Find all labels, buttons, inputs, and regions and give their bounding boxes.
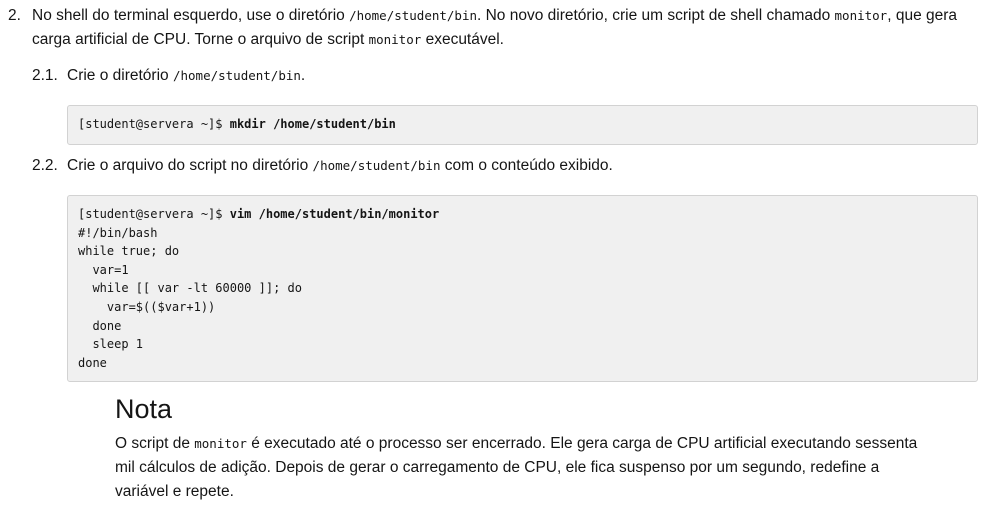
- script-line: var=1: [78, 262, 129, 277]
- code-block-mkdir: [student@servera ~]$ mkdir /home/student…: [67, 105, 978, 145]
- step-text-part: No shell do terminal esquerdo, use o dir…: [32, 7, 350, 24]
- note-title: Nota: [115, 394, 173, 424]
- substep-text-part: .: [300, 67, 306, 84]
- step-number: 2.: [8, 7, 21, 24]
- inline-code-script: monitor: [368, 32, 422, 47]
- inline-code-path: /home/student/bin: [312, 158, 441, 173]
- note-admonition: Nota O script de monitor é executado até…: [115, 392, 935, 504]
- script-line: sleep 1: [78, 337, 144, 352]
- substep-text-part: com o conteúdo exibido.: [440, 157, 613, 174]
- shell-prompt: [student@servera ~]$: [78, 207, 230, 221]
- substep-instructions: Crie o diretório /home/student/bin.: [67, 65, 305, 87]
- code-block-script: [student@servera ~]$ vim /home/student/b…: [67, 195, 978, 382]
- substep-number: 2.1.: [32, 67, 58, 84]
- shell-command: mkdir /home/student/bin: [229, 117, 396, 131]
- shell-command: vim /home/student/bin/monitor: [229, 207, 440, 221]
- step-text-part: executável.: [421, 31, 504, 48]
- inline-code-script: monitor: [194, 436, 247, 451]
- inline-code-path: /home/student/bin: [349, 8, 477, 23]
- substep-text-part: Crie o arquivo do script no diretório: [67, 157, 313, 174]
- step-instructions: No shell do terminal esquerdo, use o dir…: [32, 4, 978, 52]
- inline-code-path: /home/student/bin: [172, 68, 301, 83]
- substep-number: 2.2.: [32, 157, 58, 174]
- script-line: done: [78, 318, 122, 333]
- substep-text-part: Crie o diretório: [67, 67, 173, 84]
- substep-2-1: 2.1. Crie o diretório /home/student/bin.: [32, 65, 305, 87]
- inline-code-script: monitor: [834, 8, 888, 23]
- substep-2-2: 2.2. Crie o arquivo do script no diretór…: [32, 155, 613, 177]
- script-line: while [[ var -lt 60000 ]]; do: [78, 281, 302, 296]
- note-text-part: O script de: [115, 435, 195, 452]
- substep-instructions: Crie o arquivo do script no diretório /h…: [67, 155, 613, 177]
- script-line: done: [78, 355, 107, 370]
- step-2: 2. No shell do terminal esquerdo, use o …: [8, 4, 978, 52]
- script-line: var=$(($var+1)): [78, 299, 216, 314]
- note-body: O script de monitor é executado até o pr…: [115, 432, 935, 504]
- script-line: #!/bin/bash: [78, 225, 158, 240]
- shell-prompt: [student@servera ~]$: [78, 117, 230, 131]
- script-line: while true; do: [78, 244, 180, 259]
- step-text-part: . No novo diretório, crie um script de s…: [477, 7, 835, 24]
